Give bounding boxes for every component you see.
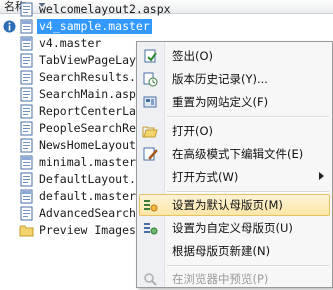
file-name: welcomelayout2.aspx: [39, 2, 171, 16]
file-name: default.master: [39, 189, 136, 203]
master-file-icon: [20, 189, 33, 204]
menu-item-label: 根据母版页新建(N): [172, 244, 271, 258]
list-item-selected[interactable]: v4_sample.master: [0, 18, 333, 35]
file-name: AdvancedSearchLa: [39, 206, 150, 220]
menu-item-open[interactable]: 打开(O): [139, 120, 330, 142]
menu-item-label: 版本历史记录(Y)...: [172, 72, 268, 86]
aspx-file-icon: [20, 87, 33, 102]
menu-item-check-out[interactable]: 签出(O): [139, 45, 330, 67]
aspx-file-icon: [20, 206, 33, 221]
aspx-file-icon: [20, 2, 33, 17]
menu-item-label: 设置为默认母版页(M): [172, 198, 283, 212]
menu-item-edit-advanced[interactable]: 在高级模式下编辑文件(E): [139, 143, 330, 165]
menu-item-label: 在高级模式下编辑文件(E): [172, 147, 304, 161]
aspx-file-icon: [20, 172, 33, 187]
menu-item-label: 重置为网站定义(F): [172, 95, 269, 109]
menu-item-preview-browser: 在浏览器中预览(P): [139, 268, 330, 290]
file-name: SearchMain.aspx: [39, 87, 143, 101]
file-name: v4.master: [39, 36, 102, 50]
menu-item-version-history[interactable]: 版本历史记录(Y)...: [139, 68, 330, 90]
file-name: TabViewPageLayou: [39, 53, 150, 67]
master-file-icon: [20, 19, 33, 34]
set-default-master-icon: [144, 200, 158, 212]
menu-item-label: 打开方式(W): [172, 170, 239, 184]
menu-item-new-from-master[interactable]: 根据母版页新建(N): [139, 240, 330, 262]
aspx-file-icon: [20, 121, 33, 136]
menu-item-set-custom-master[interactable]: 设置为自定义母版页(U): [139, 217, 330, 239]
file-name: minimal.master: [39, 155, 136, 169]
menu-separator: [167, 116, 329, 118]
menu-item-reset-site-definition[interactable]: 重置为网站定义(F): [139, 91, 330, 113]
menu-item-label: 设置为自定义母版页(U): [172, 221, 293, 235]
file-name: DefaultLayout.as: [39, 172, 150, 186]
master-file-icon: [20, 36, 33, 51]
menu-separator: [167, 191, 329, 193]
info-icon[interactable]: [3, 20, 16, 33]
file-name: v4_sample.master: [37, 19, 152, 34]
menu-item-set-default-master[interactable]: 设置为默认母版页(M): [139, 194, 330, 216]
menu-item-label: 签出(O): [172, 49, 214, 63]
file-name: ReportCenterLayo: [39, 104, 150, 118]
menu-item-open-with[interactable]: 打开方式(W): [139, 166, 330, 188]
version-history-icon: [143, 72, 158, 87]
check-out-icon: [144, 49, 157, 63]
aspx-file-icon: [20, 70, 33, 85]
edit-advanced-icon: [143, 147, 158, 161]
file-name: Preview Images: [39, 223, 136, 237]
master-file-icon: [20, 155, 33, 170]
aspx-file-icon: [20, 104, 33, 119]
menu-item-label: 在浏览器中预览(P): [172, 272, 269, 286]
preview-browser-icon: [144, 273, 157, 286]
set-custom-master-icon: [144, 223, 158, 235]
open-folder-icon: [142, 126, 158, 138]
context-menu: 签出(O) 版本历史记录(Y)... 重置为网站定义(F) 打开(O) 在高级模…: [136, 41, 333, 288]
file-name: SearchResults.as: [39, 70, 150, 84]
aspx-file-icon: [20, 53, 33, 68]
aspx-file-icon: [20, 138, 33, 153]
file-name: PeopleSearchResu: [39, 121, 150, 135]
list-item[interactable]: welcomelayout2.aspx: [0, 1, 333, 18]
reset-site-definition-icon: [143, 96, 157, 108]
menu-separator: [167, 265, 329, 267]
folder-icon: [19, 225, 34, 237]
submenu-arrow-icon: [319, 172, 324, 180]
menu-item-label: 打开(O): [172, 124, 214, 138]
